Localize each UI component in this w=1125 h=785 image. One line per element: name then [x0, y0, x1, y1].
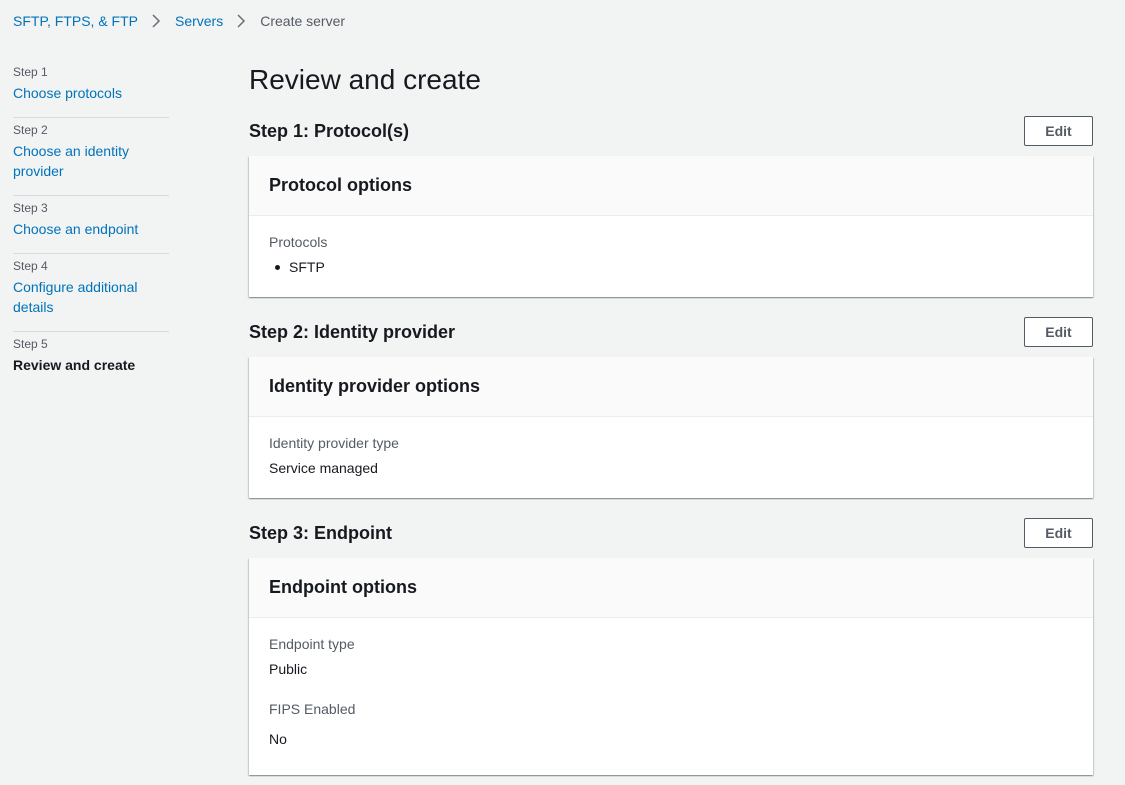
wizard-step-5: Step 5 Review and create	[13, 332, 169, 389]
wizard-step-3: Step 3 Choose an endpoint	[13, 196, 169, 254]
section-endpoint: Step 3: Endpoint Edit Endpoint options E…	[249, 518, 1093, 775]
section-identity-provider: Step 2: Identity provider Edit Identity …	[249, 317, 1093, 498]
card-title: Identity provider options	[269, 376, 481, 396]
main-content: Review and create Step 1: Protocol(s) Ed…	[249, 62, 1093, 775]
identity-provider-type-label: Identity provider type	[269, 435, 399, 451]
bullet-icon	[275, 264, 280, 270]
breadcrumb-current: Create server	[260, 13, 346, 29]
card-title: Endpoint options	[269, 577, 417, 597]
breadcrumb-link-sftp[interactable]: SFTP, FTPS, & FTP	[13, 13, 138, 29]
step-number: Step 4	[13, 259, 48, 273]
step-link-choose-identity-provider[interactable]: Choose an identity provider	[13, 141, 143, 181]
protocols-label: Protocols	[269, 234, 328, 250]
step-number: Step 1	[13, 65, 48, 79]
list-item: SFTP	[269, 257, 1073, 277]
step-number: Step 3	[13, 201, 48, 215]
wizard-step-1: Step 1 Choose protocols	[13, 60, 169, 118]
endpoint-type-value: Public	[269, 661, 308, 677]
section-title: Step 3: Endpoint	[249, 523, 392, 543]
section-title: Step 2: Identity provider	[249, 322, 456, 342]
fips-enabled-label: FIPS Enabled	[269, 701, 356, 717]
wizard-step-2: Step 2 Choose an identity provider	[13, 118, 169, 196]
wizard-steps: Step 1 Choose protocols Step 2 Choose an…	[13, 60, 169, 389]
fips-enabled-value: No	[269, 731, 287, 747]
protocol-value: SFTP	[289, 259, 325, 275]
section-protocols: Step 1: Protocol(s) Edit Protocol option…	[249, 116, 1093, 297]
chevron-right-icon	[237, 14, 246, 28]
endpoint-type-label: Endpoint type	[269, 636, 355, 652]
breadcrumb-link-servers[interactable]: Servers	[175, 13, 223, 29]
edit-protocols-button[interactable]: Edit	[1024, 116, 1093, 146]
step-current-review-and-create: Review and create	[13, 357, 136, 373]
protocol-options-card: Protocol options Protocols SFTP	[249, 156, 1093, 297]
endpoint-options-card: Endpoint options Endpoint type Public FI…	[249, 558, 1093, 775]
edit-endpoint-button[interactable]: Edit	[1024, 518, 1093, 548]
step-link-choose-endpoint[interactable]: Choose an endpoint	[13, 219, 169, 239]
breadcrumb: SFTP, FTPS, & FTP Servers Create server	[13, 12, 345, 30]
identity-provider-options-card: Identity provider options Identity provi…	[249, 357, 1093, 498]
wizard-step-4: Step 4 Configure additional details	[13, 254, 169, 332]
chevron-right-icon	[152, 14, 161, 28]
protocols-list: SFTP	[269, 257, 1073, 277]
step-link-choose-protocols[interactable]: Choose protocols	[13, 83, 169, 103]
page-title: Review and create	[249, 64, 481, 95]
step-number: Step 5	[13, 337, 48, 351]
section-title: Step 1: Protocol(s)	[249, 121, 410, 141]
card-title: Protocol options	[269, 175, 412, 195]
identity-provider-type-value: Service managed	[269, 460, 378, 476]
step-number: Step 2	[13, 123, 48, 137]
step-link-configure-additional-details[interactable]: Configure additional details	[13, 277, 153, 317]
edit-identity-provider-button[interactable]: Edit	[1024, 317, 1093, 347]
